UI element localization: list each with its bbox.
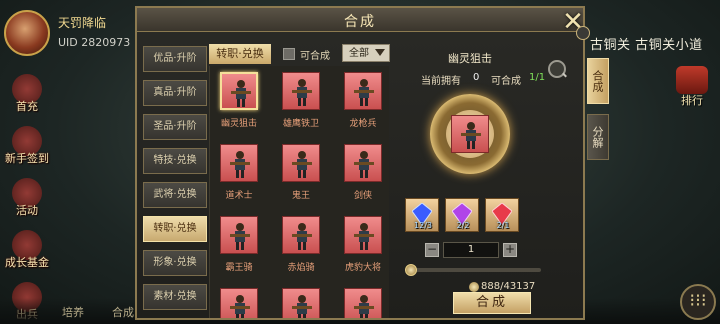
unit-portrait-icon xyxy=(354,79,374,106)
material-slot-purple[interactable]: 2/2 xyxy=(445,198,479,232)
unit-name: 道术士 xyxy=(225,191,253,201)
category-button[interactable]: 特技·兑换 xyxy=(143,148,207,174)
unit-card[interactable] xyxy=(220,288,258,318)
material-slot-red[interactable]: 2/1 xyxy=(485,198,519,232)
tab-craft[interactable]: 合成 xyxy=(587,58,609,104)
search-icon[interactable] xyxy=(548,60,566,78)
filter-select[interactable]: 全部 xyxy=(342,44,390,62)
unit-card[interactable] xyxy=(220,216,258,254)
increase-button[interactable]: + xyxy=(503,243,517,257)
unit-name: 赤焰骑 xyxy=(287,263,315,273)
rank-label: 排行 xyxy=(681,94,703,107)
unit-card[interactable] xyxy=(282,72,320,110)
material-count: 2/1 xyxy=(496,221,510,230)
unit-card[interactable] xyxy=(344,216,382,254)
rank-icon xyxy=(676,66,708,94)
mergeable-checkbox[interactable] xyxy=(283,48,295,60)
material-slot-blue[interactable]: 12/3 xyxy=(405,198,439,232)
close-icon[interactable]: ✕ xyxy=(558,8,590,40)
mergeable-label: 可合成 xyxy=(300,51,330,62)
unit-card[interactable] xyxy=(344,288,382,318)
unit-portrait-icon xyxy=(230,295,250,318)
player-avatar[interactable] xyxy=(4,10,50,56)
unit-portrait-icon xyxy=(354,223,374,250)
preview-unit-card[interactable] xyxy=(451,115,489,153)
unit-grid: 幽灵狙击 雄鹰铁卫 龙枪兵道术士 鬼王 剑侠霸王骑 赤焰骑 虎豹大将 xyxy=(209,66,389,318)
left-menu: 首充 新手签到 活动 成长基金 出兵 xyxy=(2,68,52,324)
left-menu-first-recharge[interactable]: 首充 xyxy=(2,68,52,120)
left-menu-growth-fund[interactable]: 成长基金 xyxy=(2,224,52,276)
unit-card[interactable] xyxy=(220,144,258,182)
unit-portrait-icon xyxy=(230,151,250,178)
unit-name: 鬼王 xyxy=(291,191,310,201)
craftable-value: 1/1 xyxy=(529,72,546,83)
left-menu-label: 成长基金 xyxy=(5,256,49,269)
unit-portrait-icon xyxy=(292,295,312,318)
location-label: 古铜关 古铜关小道 xyxy=(590,38,703,53)
category-button[interactable]: 真品·升阶 xyxy=(143,80,207,106)
unit-name: 龙枪兵 xyxy=(349,119,377,129)
craftable-label: 可合成 xyxy=(491,76,521,87)
category-button-active[interactable]: 转职·兑换 xyxy=(143,216,207,242)
player-uid: UID 2820973 xyxy=(58,36,131,49)
quantity-field[interactable]: 1 xyxy=(443,242,499,258)
category-button[interactable]: 武将·兑换 xyxy=(143,182,207,208)
category-button[interactable]: 形象·兑换 xyxy=(143,250,207,276)
unit-name: 剑侠 xyxy=(353,191,372,201)
material-count: 12/3 xyxy=(414,221,432,230)
player-name: 天罚降临 xyxy=(58,16,107,30)
left-menu-label: 新手签到 xyxy=(5,152,49,165)
owned-value: 0 xyxy=(473,72,480,83)
quantity-slider-handle[interactable] xyxy=(405,264,417,276)
unit-card[interactable] xyxy=(282,144,320,182)
category-list: 优品·升阶 真品·升阶 圣品·升阶 特技·兑换 武将·兑换 转职·兑换 形象·兑… xyxy=(143,46,207,318)
left-menu-activity[interactable]: 活动 xyxy=(2,172,52,224)
unit-portrait-icon xyxy=(292,223,312,250)
material-count: 2/2 xyxy=(456,221,470,230)
dialog-title: 合成 xyxy=(344,14,376,30)
decrease-button[interactable]: − xyxy=(425,243,439,257)
unit-card[interactable] xyxy=(282,288,320,318)
detail-unit-name: 幽灵狙击 xyxy=(448,52,492,65)
unit-card[interactable] xyxy=(220,72,258,110)
sniper-unit-icon xyxy=(461,122,481,149)
rank-button[interactable]: 排行 xyxy=(670,66,714,108)
craft-dialog: 合成 优品·升阶 真品·升阶 圣品·升阶 特技·兑换 武将·兑换 转职·兑换 形… xyxy=(135,6,585,320)
active-tab-label[interactable]: 转职·兑换 xyxy=(209,44,271,64)
left-menu-label: 活动 xyxy=(16,204,38,217)
unit-portrait-icon xyxy=(354,151,374,178)
filter-select-value: 全部 xyxy=(349,48,369,59)
craft-button[interactable]: 合成 xyxy=(453,292,531,314)
detail-panel: 幽灵狙击 当前拥有 0 可合成 1/1 12/3 2/2 2/1 − 1 + 8… xyxy=(395,42,585,320)
dialog-header: 合成 xyxy=(137,8,583,32)
unit-name: 霸王骑 xyxy=(225,263,253,273)
main-menu-button[interactable]: ⁝⁝⁝ xyxy=(680,284,716,320)
cost-value: 888/43137 xyxy=(481,281,536,292)
unit-portrait-icon xyxy=(230,223,250,250)
unit-card[interactable] xyxy=(282,216,320,254)
unit-portrait-icon xyxy=(292,79,312,106)
category-button[interactable]: 圣品·升阶 xyxy=(143,114,207,140)
unit-portrait-icon xyxy=(292,151,312,178)
coin-icon xyxy=(469,282,479,292)
unit-name: 幽灵狙击 xyxy=(220,119,257,129)
chevron-down-icon xyxy=(375,49,385,56)
unit-card[interactable] xyxy=(344,72,382,110)
owned-label: 当前拥有 xyxy=(421,76,461,87)
category-button[interactable]: 优品·升阶 xyxy=(143,46,207,72)
bottom-menu-item[interactable]: 合成 xyxy=(112,304,134,320)
unit-portrait-icon xyxy=(354,295,374,318)
unit-card[interactable] xyxy=(344,144,382,182)
category-button[interactable]: 素材·兑换 xyxy=(143,284,207,310)
tab-decompose[interactable]: 分解 xyxy=(587,114,609,160)
bottom-menu-item[interactable]: 培养 xyxy=(62,304,84,320)
unit-portrait-icon xyxy=(231,80,251,107)
unit-name: 虎豹大将 xyxy=(344,263,381,273)
left-menu-label: 首充 xyxy=(16,100,38,113)
quantity-slider-track[interactable] xyxy=(411,268,541,272)
left-menu-signin[interactable]: 新手签到 xyxy=(2,120,52,172)
unit-name: 雄鹰铁卫 xyxy=(282,119,319,129)
